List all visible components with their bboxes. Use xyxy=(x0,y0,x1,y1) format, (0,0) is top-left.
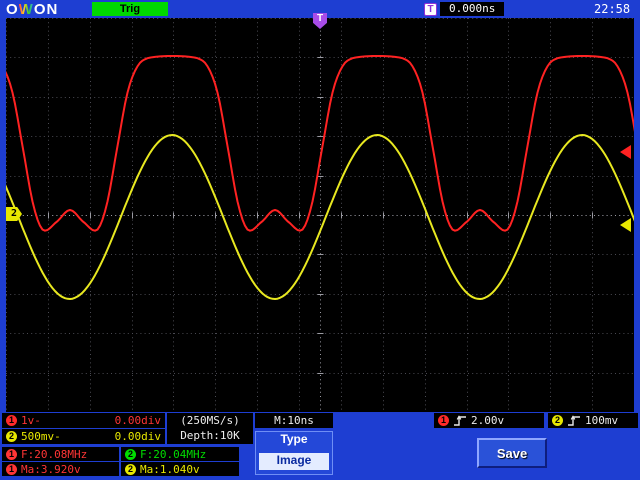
brand-logo: OWON xyxy=(6,1,58,18)
save-button[interactable]: Save xyxy=(477,438,547,468)
type-softkey-label: Type xyxy=(280,432,308,446)
clock: 22:58 xyxy=(594,2,631,16)
rising-edge-icon xyxy=(568,414,580,426)
ch2-trigger-badge: 2 xyxy=(552,415,563,426)
ch1-offset: 0.00div xyxy=(114,414,161,427)
measurement-value: Ma:1.040v xyxy=(140,462,200,476)
ch2-trigger-level-arrow[interactable] xyxy=(620,218,631,232)
acquisition-readout: (250MS/s) Depth:10K xyxy=(167,413,253,444)
oscilloscope-screen: OWON Trig T 0.000ns 22:58 T 2 1 1v- 0.00… xyxy=(0,0,640,480)
measurement-value: F:20.04MHz xyxy=(140,447,207,461)
trigger-time-readout: T 0.000ns xyxy=(424,2,505,16)
timebase-value: M:10ns xyxy=(274,414,314,427)
rising-edge-icon xyxy=(454,414,466,426)
measurement-badge: 2 xyxy=(125,463,136,475)
record-depth: Depth:10K xyxy=(180,429,240,442)
trigger-position-icon: T xyxy=(424,2,437,16)
ch1-trigger-readout: 1 2.00v xyxy=(434,413,544,428)
status-panel: 1 1v- 0.00div 2 500mv- 0.00div (250MS/s)… xyxy=(0,412,640,480)
type-softkey[interactable]: Type Image xyxy=(255,431,333,475)
sample-rate: (250MS/s) xyxy=(180,414,240,427)
measurement-ch1-frequency: 1 F:20.08MHz xyxy=(2,447,119,461)
ch2-volts-per-div: 500mv- xyxy=(21,430,61,443)
measurement-badge: 2 xyxy=(125,448,136,460)
logo-letters: ON xyxy=(33,1,59,18)
timebase-readout: M:10ns xyxy=(255,413,333,428)
ch2-marker-label: 2 xyxy=(10,208,18,219)
graticule-and-waveforms xyxy=(6,18,634,412)
ch2-offset: 0.00div xyxy=(114,430,161,443)
scope-display xyxy=(6,18,634,412)
ch2-trigger-readout: 2 100mv xyxy=(548,413,638,428)
ch2-trigger-level: 100mv xyxy=(585,414,619,427)
measurement-ch2-frequency: 2 F:20.04MHz xyxy=(121,447,239,461)
measurement-ch1-max: 1 Ma:3.920v xyxy=(2,462,119,476)
logo-letter-w: W xyxy=(18,1,34,18)
measurement-badge: 1 xyxy=(6,463,17,475)
measurement-ch2-max: 2 Ma:1.040v xyxy=(121,462,239,476)
measurement-badge: 1 xyxy=(6,448,17,460)
trigger-marker-label: T xyxy=(316,13,324,24)
ch1-trigger-level: 2.00v xyxy=(471,414,505,427)
measurement-value: Ma:3.920v xyxy=(21,462,81,476)
measurement-value: F:20.08MHz xyxy=(21,447,88,461)
trigger-status-badge: Trig xyxy=(92,2,168,16)
ch1-scale-readout: 1 1v- 0.00div xyxy=(2,413,165,428)
type-softkey-value[interactable]: Image xyxy=(259,453,329,470)
ch1-trigger-badge: 1 xyxy=(438,415,449,426)
ch1-volts-per-div: 1v- xyxy=(21,414,41,427)
ch2-badge: 2 xyxy=(6,431,17,442)
trigger-time-value: 0.000ns xyxy=(440,2,505,16)
ch1-badge: 1 xyxy=(6,415,17,426)
ch1-trigger-level-arrow[interactable] xyxy=(620,145,631,159)
ch2-scale-readout: 2 500mv- 0.00div xyxy=(2,429,165,444)
logo-letter: O xyxy=(6,1,19,18)
